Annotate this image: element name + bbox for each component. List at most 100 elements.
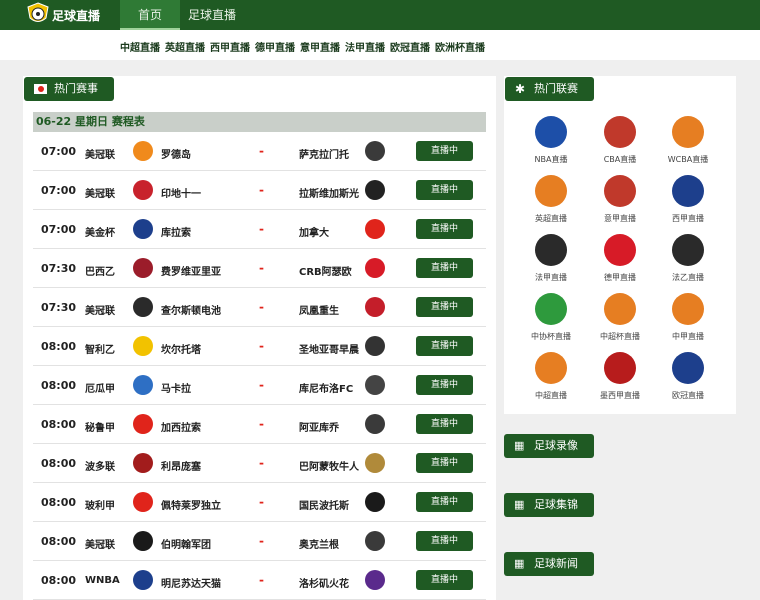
match-row[interactable]: 08:00 秘鲁甲 加西拉索 - 阿亚库乔 直播中 [33, 405, 486, 444]
match-row[interactable]: 07:30 美冠联 查尔斯顿电池 - 凤凰重生 直播中 [33, 288, 486, 327]
league-logo-icon [604, 175, 636, 207]
logo-text[interactable]: 足球直播 [52, 7, 100, 24]
away-team-name: 凤凰重生 [299, 306, 339, 317]
football-highlights-label: 足球集锦 [534, 498, 578, 511]
home-team-logo-icon [133, 141, 153, 161]
subnav-seriea[interactable]: 意甲直播 [300, 39, 340, 54]
away-team-name: 巴阿蒙牧牛人 [299, 462, 359, 473]
subnav-laliga[interactable]: 西甲直播 [210, 39, 250, 54]
match-separator: - [259, 417, 264, 431]
away-team-logo-icon [365, 453, 385, 473]
league-item[interactable]: 法甲直播 [521, 234, 581, 283]
match-row[interactable]: 08:00 波多联 利昂庞塞 - 巴阿蒙牧牛人 直播中 [33, 444, 486, 483]
match-time: 08:00 [41, 535, 77, 548]
live-button[interactable]: 直播中 [416, 258, 473, 278]
league-label: 欧冠直播 [672, 391, 704, 400]
match-row[interactable]: 08:00 厄瓜甲 马卡拉 - 库尼布洛FC 直播中 [33, 366, 486, 405]
match-row[interactable]: 08:00 智利乙 坎尔托塔 - 圣地亚哥早晨 直播中 [33, 327, 486, 366]
match-row[interactable]: 07:00 美冠联 印地十一 - 拉斯维加斯光 直播中 [33, 171, 486, 210]
match-time: 08:00 [41, 574, 77, 587]
live-button[interactable]: 直播中 [416, 453, 473, 473]
hot-leagues-tab[interactable]: ✱ 热门联赛 [505, 77, 594, 101]
league-item[interactable]: 欧冠直播 [658, 352, 718, 401]
match-separator: - [259, 339, 264, 353]
away-team-logo-icon [365, 531, 385, 551]
home-team-name: 查尔斯顿电池 [161, 306, 221, 317]
match-row[interactable]: 08:00 WNBA 明尼苏达天猫 - 洛杉矶火花 直播中 [33, 561, 486, 600]
live-button[interactable]: 直播中 [416, 414, 473, 434]
live-button[interactable]: 直播中 [416, 297, 473, 317]
match-separator: - [259, 261, 264, 275]
match-row[interactable]: 07:00 美金杯 库拉索 - 加拿大 直播中 [33, 210, 486, 249]
home-team-name: 佩特莱罗独立 [161, 501, 221, 512]
home-team-name: 加西拉索 [161, 423, 201, 434]
subnav-csl[interactable]: 中超直播 [120, 39, 160, 54]
league-logo-icon [672, 175, 704, 207]
hot-matches-tab[interactable]: 热门赛事 [24, 77, 114, 101]
subnav-ucl[interactable]: 欧冠直播 [390, 39, 430, 54]
live-button[interactable]: 直播中 [416, 375, 473, 395]
schedule-date: 06-22 星期日 赛程表 [33, 112, 486, 132]
league-item[interactable]: 意甲直播 [590, 175, 650, 224]
match-row[interactable]: 08:00 美冠联 伯明翰军团 - 奥克兰根 直播中 [33, 522, 486, 561]
match-league: 巴西乙 [85, 267, 115, 278]
away-team-name: 阿亚库乔 [299, 423, 339, 434]
home-team-name: 利昂庞塞 [161, 462, 201, 473]
league-logo-icon [604, 234, 636, 266]
match-time: 07:00 [41, 145, 77, 158]
league-item[interactable]: 中超直播 [521, 352, 581, 401]
subnav-epl[interactable]: 英超直播 [165, 39, 205, 54]
league-item[interactable]: 德甲直播 [590, 234, 650, 283]
football-video-tab[interactable]: ▦ 足球录像 [504, 434, 594, 458]
league-logo-icon [672, 293, 704, 325]
subnav-euro[interactable]: 欧洲杯直播 [435, 39, 485, 54]
live-button[interactable]: 直播中 [416, 531, 473, 551]
league-label: NBA直播 [534, 155, 568, 164]
league-item[interactable]: 墨西甲直播 [590, 352, 650, 401]
match-league: 美冠联 [85, 540, 115, 551]
match-row[interactable]: 07:30 巴西乙 费罗维亚里亚 - CRB阿瑟欧 直播中 [33, 249, 486, 288]
league-item[interactable]: 中超杯直播 [590, 293, 650, 342]
top-navbar: 足球直播 首页 足球直播 [0, 0, 760, 30]
nav-home[interactable]: 首页 [120, 0, 180, 30]
away-team-name: 萨克拉门托 [299, 150, 349, 161]
logo-icon[interactable] [27, 2, 49, 26]
match-row[interactable]: 07:00 美冠联 罗德岛 - 萨克拉门托 直播中 [33, 132, 486, 171]
league-item[interactable]: 中甲直播 [658, 293, 718, 342]
live-button[interactable]: 直播中 [416, 141, 473, 161]
match-separator: - [259, 456, 264, 470]
match-league: 美冠联 [85, 306, 115, 317]
league-label: 中甲直播 [672, 332, 704, 341]
away-team-name: 洛杉矶火花 [299, 579, 349, 590]
football-highlights-tab[interactable]: ▦ 足球集锦 [504, 493, 594, 517]
football-news-tab[interactable]: ▦ 足球新闻 [504, 552, 594, 576]
league-logo-icon [535, 116, 567, 148]
league-item[interactable]: 英超直播 [521, 175, 581, 224]
match-time: 07:00 [41, 184, 77, 197]
subnav-bundesliga[interactable]: 德甲直播 [255, 39, 295, 54]
away-team-logo-icon [365, 375, 385, 395]
league-item[interactable]: CBA直播 [590, 116, 650, 165]
home-team-logo-icon [133, 570, 153, 590]
league-item[interactable]: NBA直播 [521, 116, 581, 165]
home-team-logo-icon [133, 375, 153, 395]
home-team-name: 印地十一 [161, 189, 201, 200]
subnav-ligue1[interactable]: 法甲直播 [345, 39, 385, 54]
match-league: 美金杯 [85, 228, 115, 239]
home-team-name: 马卡拉 [161, 384, 191, 395]
league-item[interactable]: 法乙直播 [658, 234, 718, 283]
live-button[interactable]: 直播中 [416, 336, 473, 356]
live-button[interactable]: 直播中 [416, 219, 473, 239]
away-team-logo-icon [365, 258, 385, 278]
live-button[interactable]: 直播中 [416, 180, 473, 200]
league-item[interactable]: 中协杯直播 [521, 293, 581, 342]
match-time: 08:00 [41, 379, 77, 392]
league-label: 意甲直播 [604, 214, 636, 223]
live-button[interactable]: 直播中 [416, 492, 473, 512]
match-row[interactable]: 08:00 玻利甲 佩特莱罗独立 - 国民波托斯 直播中 [33, 483, 486, 522]
league-item[interactable]: WCBA直播 [658, 116, 718, 165]
home-team-logo-icon [133, 258, 153, 278]
live-button[interactable]: 直播中 [416, 570, 473, 590]
league-item[interactable]: 西甲直播 [658, 175, 718, 224]
nav-football-live[interactable]: 足球直播 [182, 0, 242, 30]
